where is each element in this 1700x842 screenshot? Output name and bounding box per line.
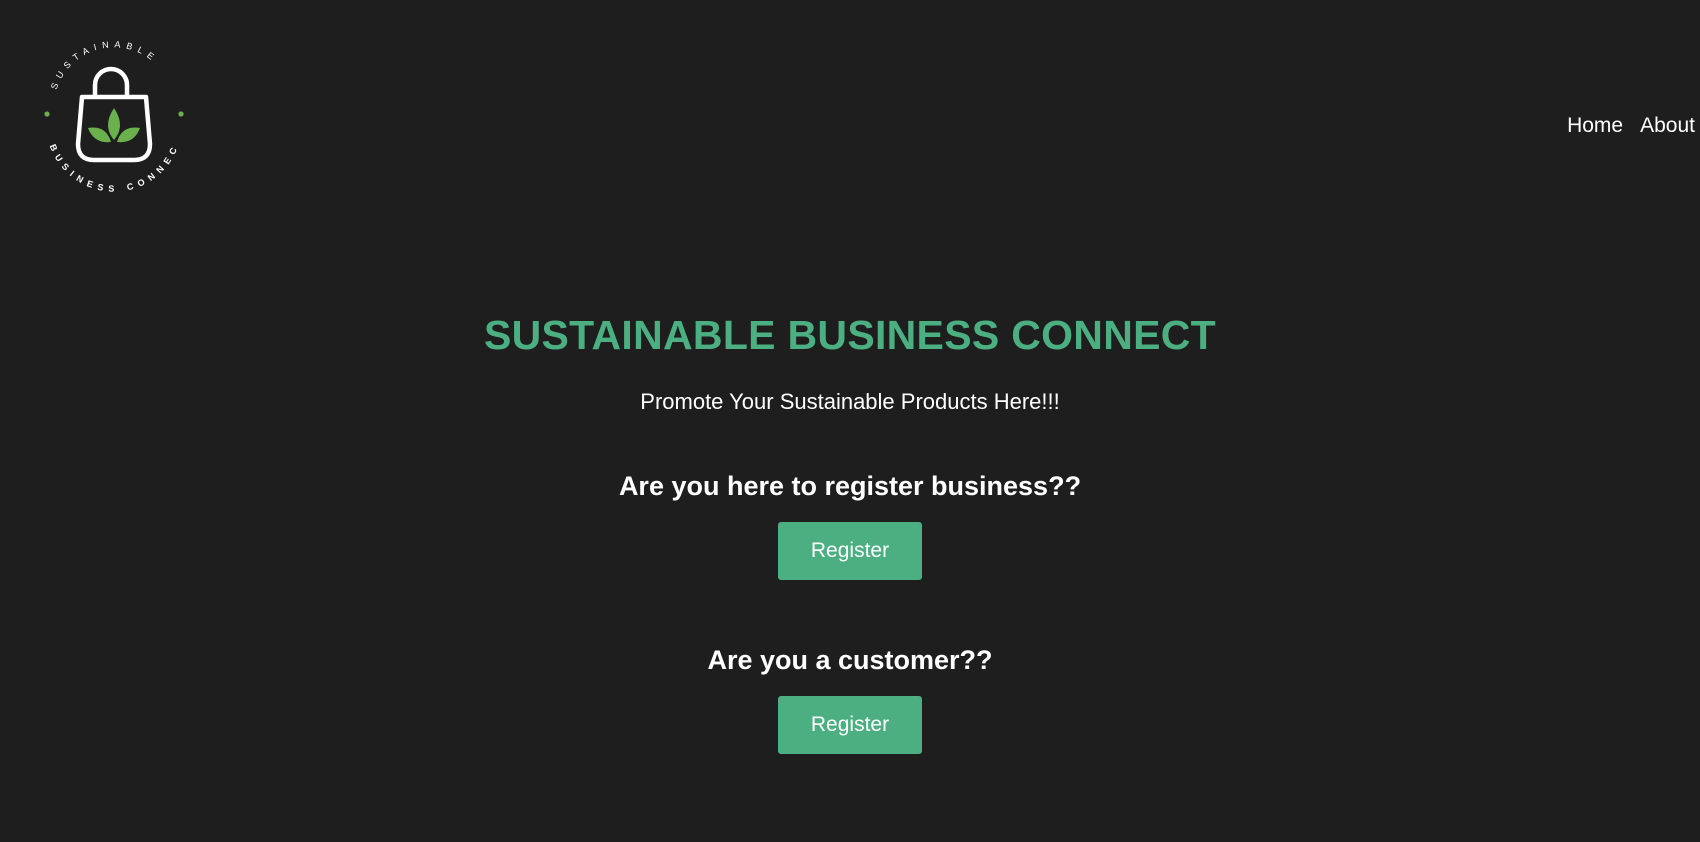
register-business-button[interactable]: Register <box>778 522 922 580</box>
logo-arc-bottom-text: BUSINESS CONNECT <box>38 40 175 194</box>
page-subtitle: Promote Your Sustainable Products Here!!… <box>640 389 1060 414</box>
hero-section: SUSTAINABLE BUSINESS CONNECT Promote You… <box>0 312 1700 754</box>
top-nav: Home About <box>1567 114 1695 138</box>
page-title: SUSTAINABLE BUSINESS CONNECT <box>483 312 1217 358</box>
logo-arc-top-text: SUSTAINABLE <box>49 40 155 91</box>
bag-handle <box>92 66 130 98</box>
customer-register-section: Are you a customer?? Register <box>0 645 1700 754</box>
page: SUSTAINABLE BUSINESS CONNECT Home About … <box>0 0 1700 842</box>
site-logo[interactable]: SUSTAINABLE BUSINESS CONNECT <box>38 40 190 210</box>
logo-dot-right <box>178 111 184 117</box>
leaf-left <box>88 127 111 143</box>
leaf-center <box>108 108 120 140</box>
leaf-right <box>117 127 140 143</box>
shopping-bag-leaf-logo-icon: SUSTAINABLE BUSINESS CONNECT <box>38 40 184 194</box>
business-question-heading: Are you here to register business?? <box>618 471 1082 501</box>
nav-about-link[interactable]: About <box>1640 114 1695 138</box>
svg-text:BUSINESS CONNECT: BUSINESS CONNECT <box>38 40 181 194</box>
svg-text:SUSTAINABLE: SUSTAINABLE <box>49 40 160 91</box>
register-customer-button[interactable]: Register <box>778 696 922 754</box>
nav-home-link[interactable]: Home <box>1567 114 1623 138</box>
business-register-section: Are you here to register business?? Regi… <box>0 471 1700 580</box>
logo-dot-left <box>44 111 50 117</box>
customer-question-heading: Are you a customer?? <box>707 645 993 675</box>
